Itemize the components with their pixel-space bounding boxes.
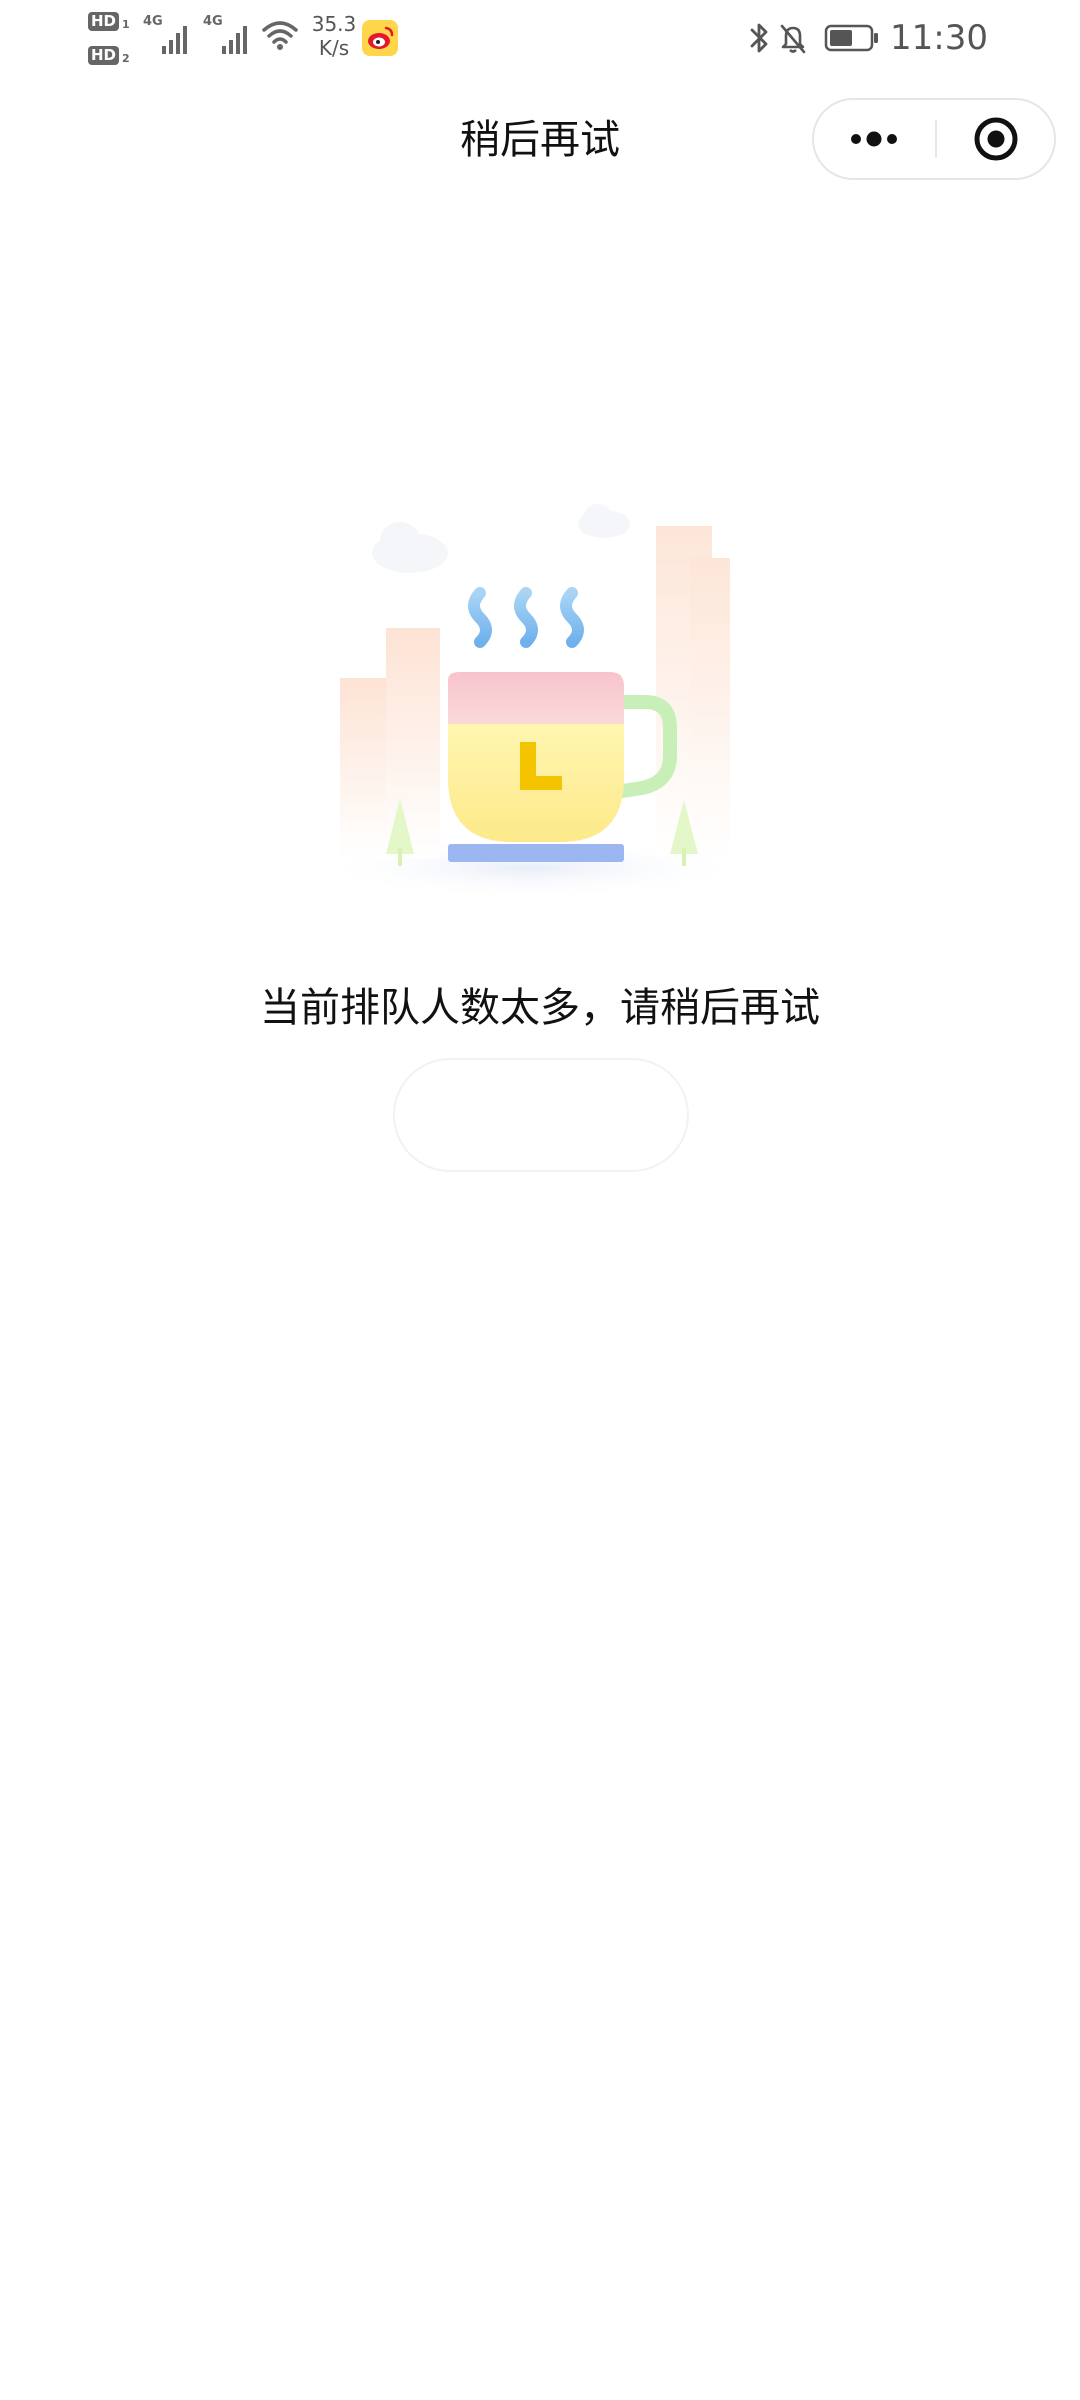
coffee-cup-with-clock-illustration: [320, 504, 750, 898]
more-dots-icon: [851, 131, 897, 147]
battery-icon: [824, 24, 878, 52]
queue-busy-message: 当前排队人数太多，请稍后再试: [260, 985, 820, 1031]
bluetooth-icon: [750, 23, 768, 53]
status-bar: HD HD 1 2 4G 4G 35.3 K/s 11:30: [0, 0, 1080, 78]
mini-program-capsule: [812, 98, 1056, 180]
weibo-app-icon: [362, 20, 398, 56]
retry-button[interactable]: [393, 1058, 689, 1172]
close-mini-program-button[interactable]: [938, 100, 1054, 178]
building-left: [340, 628, 440, 858]
sim1-hd-badge: HD: [88, 12, 120, 31]
cup-saucer: [448, 844, 624, 862]
cloud-icon: [372, 522, 448, 573]
sim2-hd-badge: HD: [88, 46, 120, 65]
sim2-index: 2: [122, 52, 130, 65]
network-speed-value: 35.3: [311, 12, 357, 36]
signal-icon: [222, 26, 247, 54]
capsule-divider: [935, 120, 937, 158]
mute-bell-icon: [780, 24, 806, 54]
network-speed-unit: K/s: [318, 36, 350, 60]
more-button[interactable]: [814, 100, 934, 178]
signal-icon: [162, 26, 187, 54]
target-close-icon: [974, 117, 1018, 161]
building-right: [656, 526, 730, 858]
network-speed: 35.3 K/s: [306, 12, 362, 60]
wifi-icon: [262, 21, 298, 50]
sim1-index: 1: [122, 18, 130, 31]
clock-time: 11:30: [890, 18, 988, 58]
screen: HD HD 1 2 4G 4G 35.3 K/s 11:30 稍后再试 当前排队…: [0, 0, 1080, 2400]
steam-icon: [468, 587, 584, 648]
cloud-icon: [578, 504, 630, 538]
